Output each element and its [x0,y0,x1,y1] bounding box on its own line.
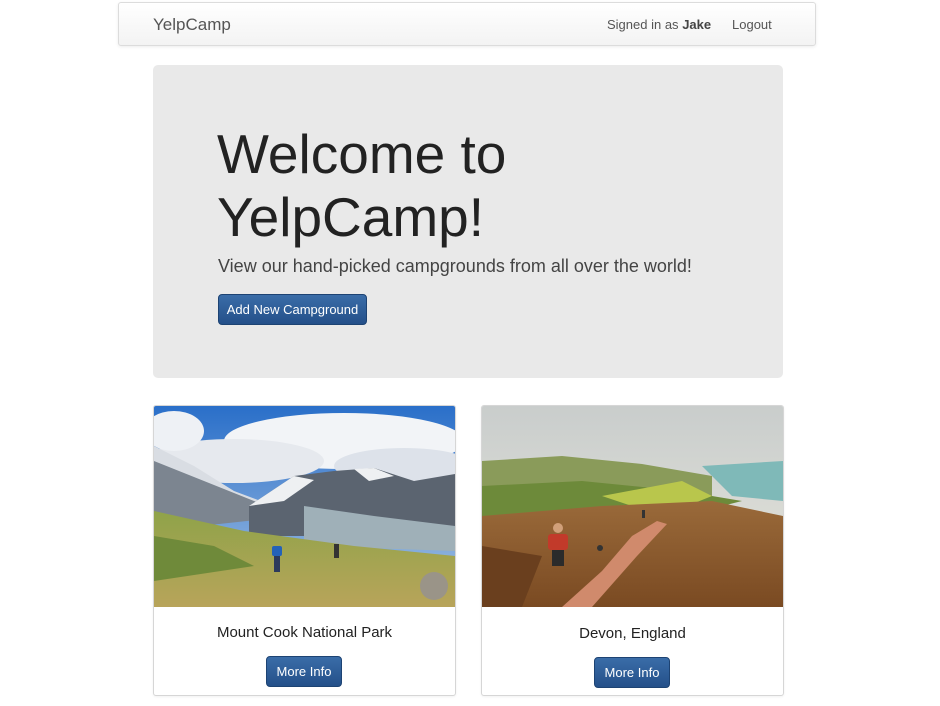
more-info-button[interactable]: More Info [594,657,670,688]
top-navbar: YelpCamp Signed in as Jake Logout [118,2,816,46]
page-title: Welcome to YelpCamp! [217,123,507,248]
signed-in-text: Signed in as Jake [607,17,711,32]
signed-in-prefix: Signed in as [607,17,679,32]
page-subtitle: View our hand-picked campgrounds from al… [218,256,692,276]
campground-image[interactable] [482,406,783,607]
welcome-jumbotron: Welcome to YelpCamp! View our hand-picke… [153,65,783,378]
brand-link[interactable]: YelpCamp [153,15,231,35]
campground-card: Devon, England More Info [481,405,784,696]
logout-link[interactable]: Logout [732,17,772,32]
campground-name: Devon, England [579,625,686,642]
campground-card: Mount Cook National Park More Info [153,405,456,696]
campground-name: Mount Cook National Park [216,624,393,641]
username: Jake [682,17,712,32]
more-info-button[interactable]: More Info [266,656,342,687]
campground-image[interactable] [154,406,455,607]
add-campground-button[interactable]: Add New Campground [218,294,367,325]
